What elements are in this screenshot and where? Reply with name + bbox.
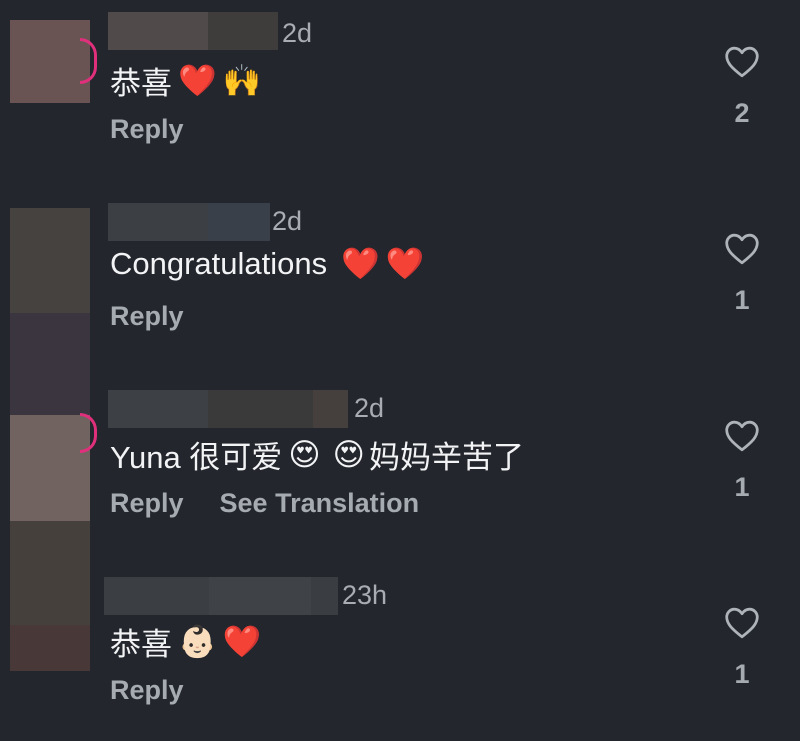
- like-button[interactable]: [722, 607, 762, 639]
- username-redacted[interactable]: [108, 12, 278, 50]
- heart-outline-icon: [725, 233, 759, 265]
- heart-outline-icon: [725, 420, 759, 452]
- username-redacted[interactable]: [104, 577, 338, 615]
- heart-emoji: ❤️: [178, 63, 217, 98]
- like-button[interactable]: [722, 46, 762, 78]
- avatar-column: [10, 0, 90, 741]
- heart-outline-icon: [725, 607, 759, 639]
- avatar: [10, 521, 90, 625]
- comment-timestamp: 2d: [282, 18, 313, 48]
- avatar[interactable]: [10, 625, 90, 671]
- reply-button[interactable]: Reply: [110, 488, 184, 519]
- like-button[interactable]: [722, 233, 762, 265]
- comment-text: Yuna 很可爱 😍 😍 妈妈辛苦了: [110, 436, 524, 476]
- heart-outline-icon: [725, 46, 759, 78]
- like-count: 1: [734, 659, 750, 689]
- heart-eyes-emoji: 😍: [332, 436, 365, 472]
- like-count: 1: [734, 472, 750, 502]
- comment-text: 恭喜 ❤️ 🙌: [110, 63, 262, 101]
- baby-emoji: 👶🏻: [178, 624, 217, 659]
- heart-eyes-emoji: 😍: [288, 436, 321, 472]
- heart-emoji: ❤️: [385, 246, 425, 281]
- story-ring: [80, 38, 97, 84]
- avatar[interactable]: [10, 20, 90, 103]
- heart-emoji: ❤️: [341, 246, 380, 281]
- see-translation-button[interactable]: See Translation: [220, 488, 420, 519]
- reply-button[interactable]: Reply: [110, 675, 184, 706]
- story-ring: [80, 413, 97, 453]
- reply-button[interactable]: Reply: [110, 114, 184, 145]
- comment-timestamp: 2d: [354, 393, 385, 423]
- comment-timestamp: 2d: [272, 206, 303, 236]
- heart-emoji: ❤️: [222, 624, 262, 659]
- comment-timestamp: 23h: [342, 580, 388, 610]
- username-redacted[interactable]: [108, 390, 348, 428]
- avatar[interactable]: [10, 415, 90, 521]
- username-redacted[interactable]: [108, 203, 270, 241]
- like-button[interactable]: [722, 420, 762, 452]
- avatar: [10, 313, 90, 415]
- comment-text: Congratulations ❤️ ❤️: [110, 245, 425, 282]
- like-count: 1: [734, 285, 750, 315]
- avatar[interactable]: [10, 208, 90, 313]
- comment-text: 恭喜 👶🏻 ❤️: [110, 624, 262, 662]
- raising-hands-emoji: 🙌: [222, 63, 262, 98]
- reply-button[interactable]: Reply: [110, 301, 184, 332]
- like-count: 2: [734, 98, 750, 128]
